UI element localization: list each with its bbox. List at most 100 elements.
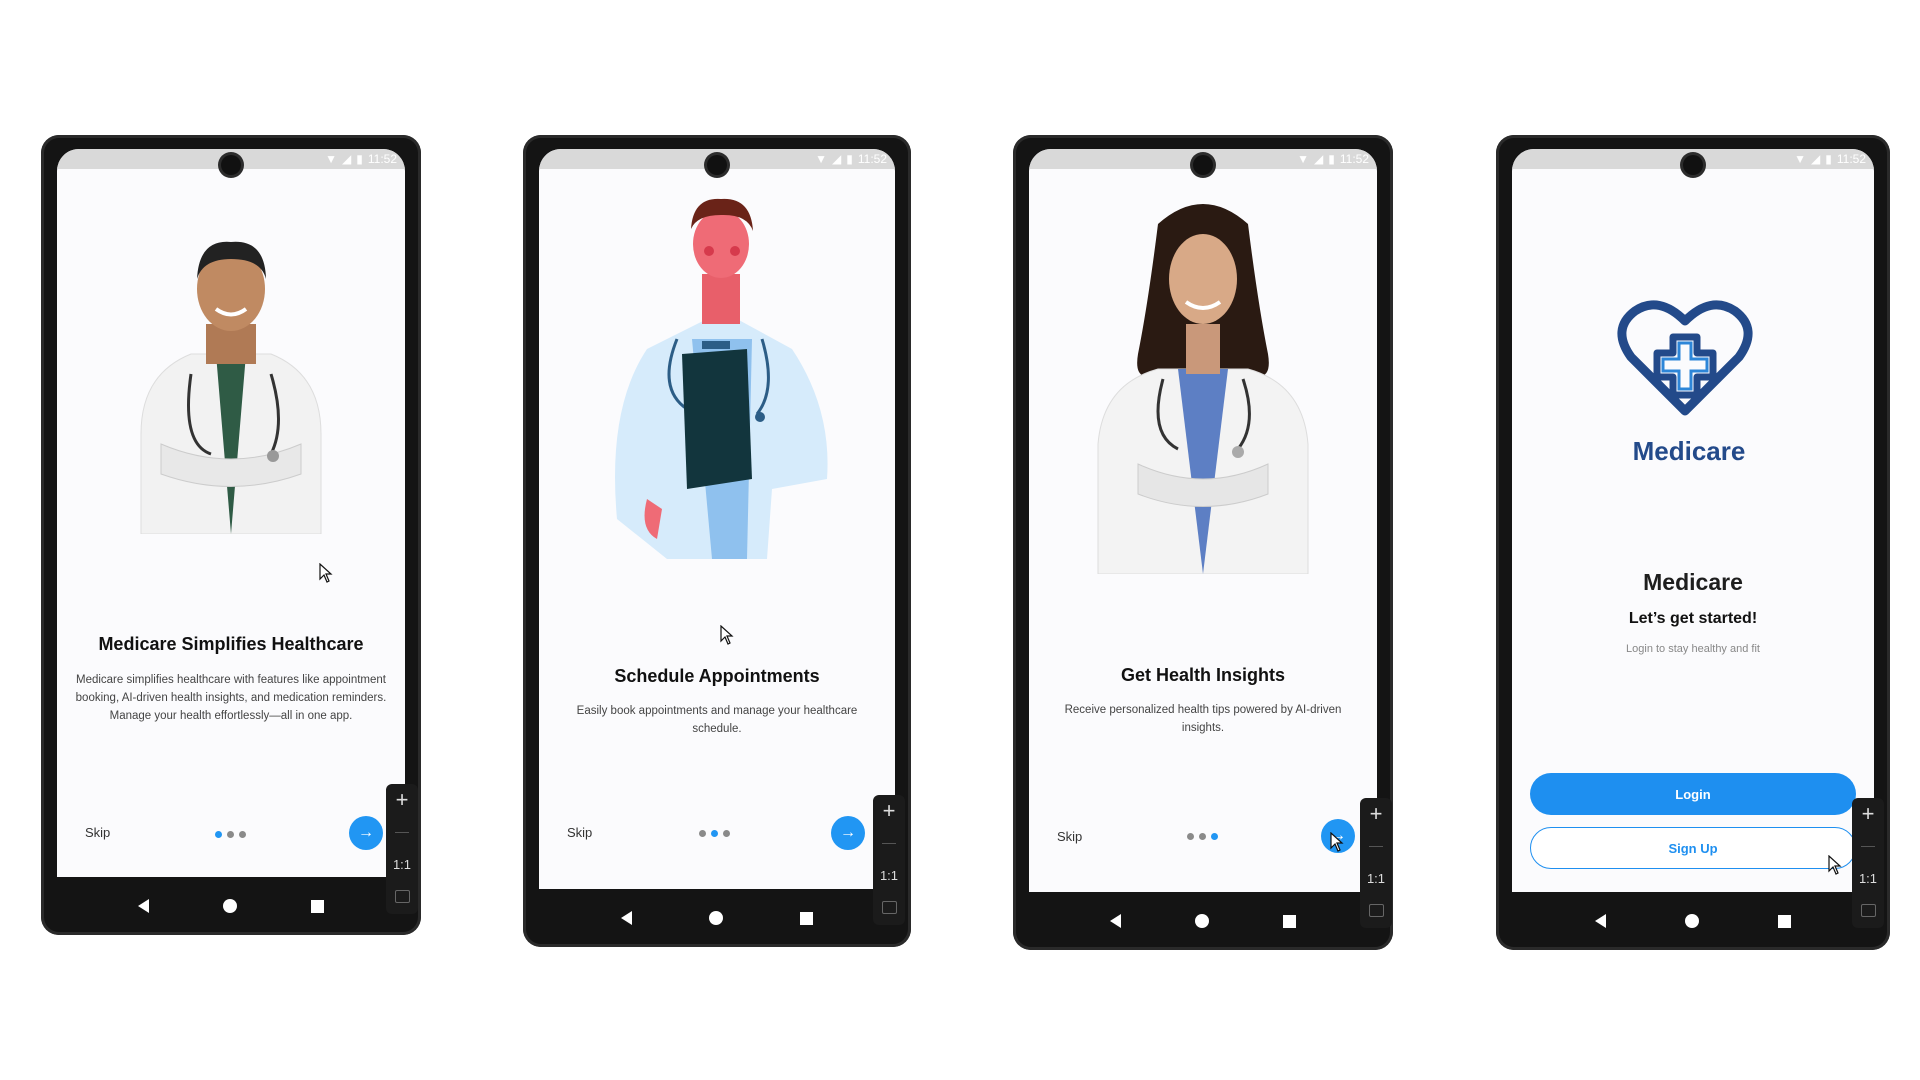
home-icon[interactable] [223, 899, 237, 913]
actual-size-button[interactable]: 1:1 [880, 859, 898, 891]
fit-screen-button[interactable] [394, 880, 410, 912]
fit-icon [394, 889, 410, 903]
page-indicator [1187, 833, 1218, 840]
page-indicator [699, 830, 730, 837]
zoom-out-button[interactable] [395, 816, 409, 848]
signal-icon: ◢ [1314, 152, 1324, 166]
phone-onboarding-1: ▼ ◢ ▮ 11:52 Medicare Simplifies Healthca… [41, 135, 421, 935]
actual-size-button[interactable]: 1:1 [1367, 862, 1385, 894]
home-icon[interactable] [1195, 914, 1209, 928]
zoom-out-button[interactable] [882, 827, 896, 859]
page-dot-3 [1211, 833, 1218, 840]
signal-icon: ◢ [342, 152, 352, 166]
page-dot-1 [215, 831, 222, 838]
onboarding-title: Get Health Insights [1120, 665, 1286, 685]
front-camera [221, 155, 241, 175]
onboarding-title: Schedule Appointments [614, 666, 820, 686]
logo-wordmark: Medicare [1632, 436, 1746, 466]
phone-onboarding-2: ▼ ◢ ▮ 11:52 Schedule Appointments Easily… [523, 135, 911, 947]
page-dot-3 [239, 831, 246, 838]
status-time: 11:52 [367, 152, 397, 166]
welcome-subtext: Login to stay healthy and fit [1626, 643, 1760, 655]
page-dot-2 [711, 830, 718, 837]
recents-icon[interactable] [1777, 914, 1791, 928]
emulator-toolbar: + 1:1 [873, 795, 905, 925]
emulator-toolbar: + 1:1 [1852, 798, 1884, 928]
next-button[interactable]: → [831, 816, 865, 850]
welcome-tagline: Let’s get started! [1628, 610, 1758, 627]
signup-button[interactable]: Sign Up [1530, 827, 1856, 869]
screen-welcome: ▼ ◢ ▮ 11:52 Medicare Medicare Let’s get … [1512, 149, 1874, 892]
fit-screen-button[interactable] [881, 891, 897, 923]
wifi-icon: ▼ [815, 152, 828, 166]
emulator-toolbar: + 1:1 [386, 784, 418, 914]
signal-icon: ◢ [1811, 152, 1821, 166]
zoom-in-button[interactable]: + [883, 795, 896, 827]
wifi-icon: ▼ [325, 152, 338, 166]
skip-button[interactable]: Skip [1057, 829, 1082, 844]
back-icon[interactable] [1110, 914, 1121, 928]
zoom-out-button[interactable] [1369, 830, 1383, 862]
zoom-in-button[interactable]: + [1862, 798, 1875, 830]
arrow-right-icon: → [840, 824, 856, 841]
back-icon[interactable] [621, 911, 633, 925]
login-button[interactable]: Login [1530, 773, 1856, 815]
next-button[interactable]: → [349, 816, 383, 850]
battery-icon: ▮ [846, 152, 853, 166]
screen-onboarding-2: ▼ ◢ ▮ 11:52 Schedule Appointments Easily… [539, 149, 895, 889]
page-dot-2 [1199, 833, 1206, 840]
zoom-in-button[interactable]: + [1370, 798, 1383, 830]
mouse-cursor-icon [1828, 855, 1842, 875]
back-icon[interactable] [138, 899, 149, 913]
woman-doctor-photo [1097, 204, 1309, 574]
page-dot-1 [699, 830, 706, 837]
zoom-in-button[interactable]: + [396, 784, 409, 816]
fit-screen-button[interactable] [1368, 894, 1384, 926]
battery-icon: ▮ [356, 152, 363, 166]
status-time: 11:52 [857, 152, 887, 166]
page-dot-3 [723, 830, 730, 837]
signal-icon: ◢ [832, 152, 842, 166]
recents-icon[interactable] [1283, 914, 1296, 928]
fit-icon [881, 900, 897, 914]
actual-size-button[interactable]: 1:1 [1859, 862, 1877, 894]
recents-icon[interactable] [799, 911, 813, 925]
zoom-out-button[interactable] [1861, 830, 1875, 862]
onboarding-title: Medicare Simplifies Healthcare [98, 634, 364, 654]
skip-button[interactable]: Skip [567, 825, 592, 840]
fit-icon [1860, 903, 1876, 917]
app-title: Medicare [1643, 569, 1743, 595]
minus-icon [1369, 845, 1383, 847]
mouse-cursor-icon [319, 563, 333, 583]
fit-screen-button[interactable] [1860, 894, 1876, 926]
skip-button[interactable]: Skip [85, 825, 110, 840]
screen-onboarding-1: ▼ ◢ ▮ 11:52 Medicare Simplifies Healthca… [57, 149, 405, 877]
actual-size-button[interactable]: 1:1 [393, 848, 411, 880]
battery-icon: ▮ [1825, 152, 1832, 166]
battery-icon: ▮ [1328, 152, 1335, 166]
status-time: 11:52 [1339, 152, 1369, 166]
phone-welcome: ▼ ◢ ▮ 11:52 Medicare Medicare Let’s get … [1496, 135, 1890, 950]
home-icon[interactable] [708, 911, 723, 925]
android-navbar [1496, 892, 1890, 950]
doctor-illustration [615, 198, 828, 559]
android-navbar [41, 877, 421, 935]
front-camera [1683, 155, 1703, 175]
phone-onboarding-3: ▼ ◢ ▮ 11:52 Get Health Insights Receive … [1013, 135, 1393, 950]
emulator-toolbar: + 1:1 [1360, 798, 1392, 928]
mouse-cursor-icon [720, 625, 734, 645]
mouse-cursor-icon [1330, 832, 1344, 852]
home-icon[interactable] [1684, 914, 1699, 928]
onboarding-description: Medicare simplifies healthcare with feat… [75, 674, 387, 722]
wifi-icon: ▼ [1297, 152, 1310, 166]
back-icon[interactable] [1595, 914, 1607, 928]
arrow-right-icon: → [358, 824, 374, 841]
screen-onboarding-3: ▼ ◢ ▮ 11:52 Get Health Insights Receive … [1029, 149, 1377, 892]
wifi-icon: ▼ [1794, 152, 1807, 166]
fit-icon [1368, 903, 1384, 917]
onboarding-description: Easily book appointments and manage your… [576, 705, 858, 735]
recents-icon[interactable] [311, 899, 324, 913]
page-dot-2 [227, 831, 234, 838]
onboarding-description: Receive personalized health tips powered… [1064, 704, 1342, 734]
front-camera [1193, 155, 1213, 175]
